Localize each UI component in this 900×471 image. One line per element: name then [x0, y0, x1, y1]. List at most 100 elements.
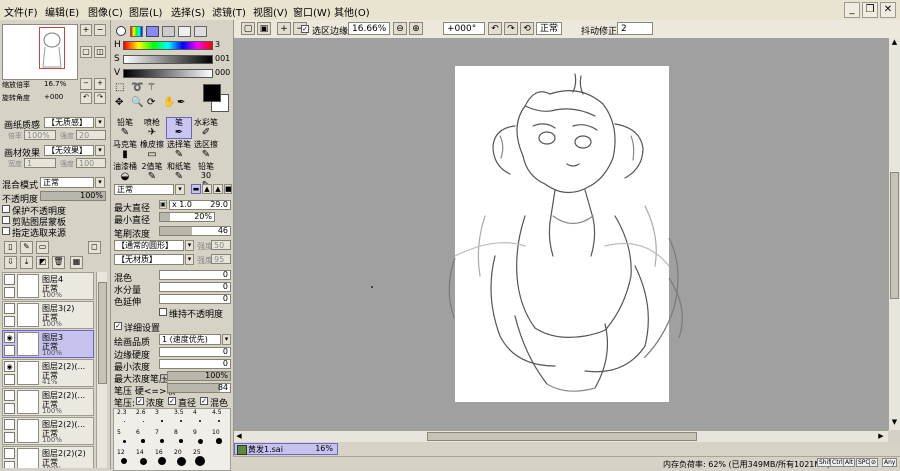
nav-zoom-dec-icon[interactable]: − [80, 78, 92, 90]
scroll-right-icon[interactable]: ▶ [876, 432, 886, 442]
scroll-up-icon[interactable]: ▲ [890, 38, 899, 48]
tool-11[interactable]: 铅笔30✎ [193, 161, 219, 191]
nav-rotate-left-icon[interactable]: ↶ [80, 92, 92, 104]
pressure-blend-checkbox[interactable]: ✓ [200, 397, 208, 405]
menu-other[interactable]: 其他(O) [334, 4, 370, 19]
size-preset[interactable]: 12 [115, 449, 133, 469]
brush-shape-2-icon[interactable]: ▲ [202, 184, 212, 194]
quality-select[interactable]: 1 (速度优先) [159, 334, 221, 345]
document-tab[interactable]: 黄发1.sai 16% [234, 443, 338, 455]
color-swatches[interactable] [203, 84, 229, 112]
keep-opacity-checkbox[interactable] [159, 308, 167, 316]
hscroll-thumb[interactable] [427, 432, 697, 441]
layer-scroll-thumb[interactable] [98, 282, 107, 384]
foreground-color[interactable] [203, 84, 221, 102]
effect-width-field[interactable]: 1 [24, 158, 56, 168]
max-size-slider[interactable]: x 1.0 29.0 [169, 200, 231, 210]
chevron-down-icon[interactable]: ▾ [185, 240, 194, 251]
lock-icon[interactable] [4, 432, 15, 443]
new-folder-icon[interactable]: ▭ [36, 241, 49, 254]
nav-zoom-inc-icon[interactable]: + [94, 78, 106, 90]
rotate-left-icon[interactable]: ↶ [488, 22, 502, 35]
transfer-down-icon[interactable]: ⇩ [4, 256, 17, 269]
paper-strength-field[interactable]: 20 [76, 130, 106, 140]
min-size-slider[interactable]: 20% [159, 212, 215, 222]
size-preset[interactable]: 5 [115, 429, 133, 449]
selection-source-checkbox[interactable] [2, 227, 10, 235]
zoom-tool-icon[interactable]: 🔍 [131, 97, 143, 108]
detail-settings-checkbox[interactable]: ✓ [114, 322, 122, 330]
max-pressure-slider[interactable]: 100% [167, 371, 231, 381]
blend-mode-select[interactable]: 正常 [40, 177, 94, 188]
menu-layer[interactable]: 图层(L) [129, 4, 162, 19]
blend-amount-slider[interactable]: 0 [159, 270, 231, 280]
rotate-tool-icon[interactable]: ⟳ [147, 97, 155, 108]
brush-shape-3-icon[interactable]: ▲ [213, 184, 223, 194]
zoom-plus-icon[interactable]: ⊕ [409, 22, 423, 35]
density-slider[interactable]: 46 [159, 226, 231, 236]
vscroll-thumb[interactable] [890, 172, 899, 299]
tool-1[interactable]: 喷枪 ✈ [139, 117, 165, 139]
rect-select-icon[interactable]: ⬚ [115, 82, 124, 93]
rotation-field[interactable]: +000° [443, 22, 485, 35]
menu-file[interactable]: 文件(F) [4, 4, 38, 19]
scratchpad-icon[interactable] [194, 26, 207, 37]
min-density-slider[interactable]: 0 [159, 359, 231, 369]
new-linework-layer-icon[interactable]: ✎ [20, 241, 33, 254]
hand-icon[interactable]: ✋ [163, 97, 175, 108]
color-wheel-icon[interactable] [116, 26, 126, 36]
menu-image[interactable]: 图像(C) [88, 4, 123, 19]
clear-layer-icon[interactable]: ◩ [36, 256, 49, 269]
trash-icon[interactable]: 🗑 [52, 256, 65, 269]
pressure-hardness-slider[interactable]: 84 [167, 383, 231, 393]
tool-7[interactable]: 选区擦 ✎ [193, 139, 219, 161]
size-preset[interactable]: 14 [134, 449, 152, 469]
canvas-vscroll[interactable]: ▲ ▼ [888, 38, 900, 430]
tool-3[interactable]: 水彩笔 ✐ [193, 117, 219, 139]
tool-2[interactable]: 笔 ✒ [166, 117, 192, 139]
size-preset[interactable]: 2.6 [134, 409, 152, 429]
color-mixer-icon[interactable] [162, 26, 175, 37]
layer-item[interactable]: 图层4 正常 100% [2, 272, 94, 300]
layer-scrollbar[interactable] [96, 272, 107, 468]
tool-9[interactable]: 2值笔 ✎ [139, 161, 165, 183]
eye-icon[interactable]: ◉ [4, 361, 15, 372]
menu-select[interactable]: 选择(S) [171, 4, 205, 19]
restore-icon[interactable]: ❐ [862, 2, 878, 18]
size-preset[interactable]: 3 [153, 409, 171, 429]
navigator-preview[interactable] [2, 24, 78, 80]
size-mult-toggle-icon[interactable]: ▣ [159, 200, 167, 209]
menu-view[interactable]: 视图(V) [253, 4, 288, 19]
paper-effect-select[interactable]: 【无效果】 [44, 145, 94, 156]
scroll-left-icon[interactable]: ◀ [234, 432, 244, 442]
size-preset[interactable]: 10 [210, 429, 228, 449]
nav-zoom-out-icon[interactable]: − [94, 24, 106, 36]
nav-rotate-right-icon[interactable]: ↷ [94, 92, 106, 104]
eyedropper-icon[interactable]: ✒ [177, 97, 185, 108]
eye-icon[interactable] [4, 390, 15, 401]
new-layer-icon[interactable]: ▯ [4, 241, 17, 254]
chevron-down-icon[interactable]: ▾ [175, 184, 185, 195]
clipping-checkbox[interactable] [2, 216, 10, 224]
brush-shape-select[interactable]: 【通常的圆形】 [114, 240, 184, 251]
tool-8[interactable]: 油漆桶 ◒ [112, 161, 138, 183]
zoom-field[interactable]: 16.66% [348, 22, 390, 35]
size-preset[interactable]: 2.3 [115, 409, 133, 429]
chevron-down-icon[interactable]: ▾ [95, 177, 105, 188]
size-preset[interactable]: 4 [191, 409, 209, 429]
brush-shape-4-icon[interactable]: ■ [224, 184, 232, 194]
menu-edit[interactable]: 编辑(E) [45, 4, 79, 19]
size-preset[interactable]: 7 [153, 429, 171, 449]
chevron-down-icon[interactable]: ▾ [95, 145, 105, 156]
nav-reset-icon[interactable]: ◫ [94, 46, 106, 58]
size-preset[interactable]: 20 [172, 449, 190, 469]
water-slider[interactable]: 0 [159, 282, 231, 292]
pressure-size-checkbox[interactable]: ✓ [168, 397, 176, 405]
rgb-slider-icon[interactable] [130, 26, 143, 37]
zoom-in-icon[interactable]: + [277, 22, 291, 35]
tool-6[interactable]: 选择笔 ✎ [166, 139, 192, 161]
scroll-down-icon[interactable]: ▼ [890, 418, 899, 428]
eye-icon[interactable] [4, 419, 15, 430]
texture-strength-field[interactable]: 95 [211, 254, 231, 264]
size-preset[interactable]: 4.5 [210, 409, 228, 429]
